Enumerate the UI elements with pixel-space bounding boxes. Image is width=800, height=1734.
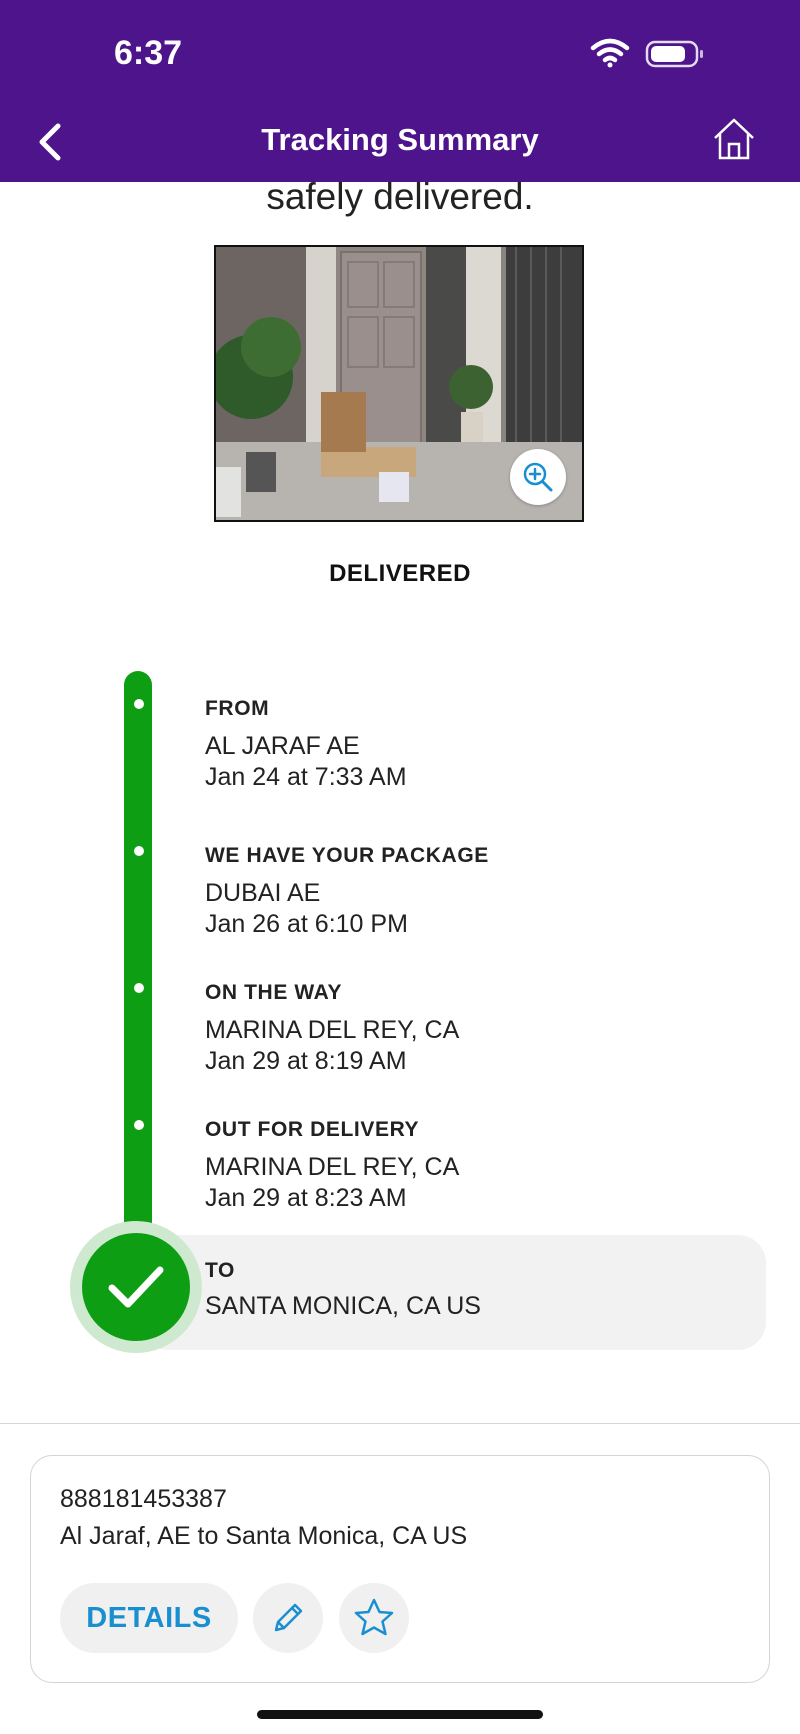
event-title: TO: [205, 1259, 235, 1282]
event-location: MARINA DEL REY, CA: [205, 1153, 460, 1181]
event-title: WE HAVE YOUR PACKAGE: [205, 844, 489, 867]
event-date: Jan 24 at 7:33 AM: [205, 763, 407, 791]
event-title: ON THE WAY: [205, 981, 343, 1004]
timeline-event-to: TO SANTA MONICA, CA US: [205, 1259, 481, 1322]
timeline-dot: [134, 699, 144, 709]
home-indicator: [257, 1710, 543, 1719]
tracking-number: 888181453387: [60, 1485, 227, 1513]
home-icon[interactable]: [712, 116, 756, 162]
delivery-message: safely delivered.: [266, 176, 534, 217]
event-title: FROM: [205, 697, 270, 720]
wifi-icon: [590, 38, 630, 68]
star-icon: [354, 1598, 394, 1636]
timeline-dot: [134, 1120, 144, 1130]
timeline-dot: [134, 983, 144, 993]
zoom-button[interactable]: [510, 449, 566, 505]
event-location: MARINA DEL REY, CA: [205, 1016, 460, 1044]
event-location: DUBAI AE: [205, 879, 321, 907]
timeline-event-out-for-delivery: OUT FOR DELIVERY MARINA DEL REY, CA Jan …: [205, 1118, 459, 1214]
status-time: 6:37: [114, 34, 183, 72]
timeline-event-received: WE HAVE YOUR PACKAGE DUBAI AE Jan 26 at …: [205, 844, 489, 940]
checkmark-icon: [108, 1266, 164, 1308]
timeline-dot: [134, 846, 144, 856]
event-date: Jan 29 at 8:19 AM: [205, 1047, 407, 1075]
event-date: Jan 26 at 6:10 PM: [205, 910, 408, 938]
delivered-marker: [82, 1233, 190, 1341]
event-date: Jan 29 at 8:23 AM: [205, 1184, 407, 1212]
battery-icon: [645, 40, 703, 68]
timeline-event-from: FROM AL JARAF AE Jan 24 at 7:33 AM: [205, 697, 407, 793]
delivery-status: DELIVERED: [329, 560, 471, 587]
edit-button[interactable]: [253, 1583, 323, 1653]
timeline-event-on-the-way: ON THE WAY MARINA DEL REY, CA Jan 29 at …: [205, 981, 459, 1077]
event-title: OUT FOR DELIVERY: [205, 1118, 420, 1141]
shipment-route: Al Jaraf, AE to Santa Monica, CA US: [60, 1522, 468, 1550]
event-location: SANTA MONICA, CA US: [205, 1292, 481, 1320]
page-title: Tracking Summary: [261, 122, 539, 157]
divider: [0, 1423, 800, 1424]
event-location: AL JARAF AE: [205, 732, 360, 760]
zoom-in-icon: [523, 462, 553, 492]
app-header: 6:37 Tracking Summary: [0, 0, 800, 182]
pencil-icon: [274, 1603, 303, 1632]
favorite-button[interactable]: [339, 1583, 409, 1653]
details-button[interactable]: DETAILS: [60, 1583, 238, 1653]
